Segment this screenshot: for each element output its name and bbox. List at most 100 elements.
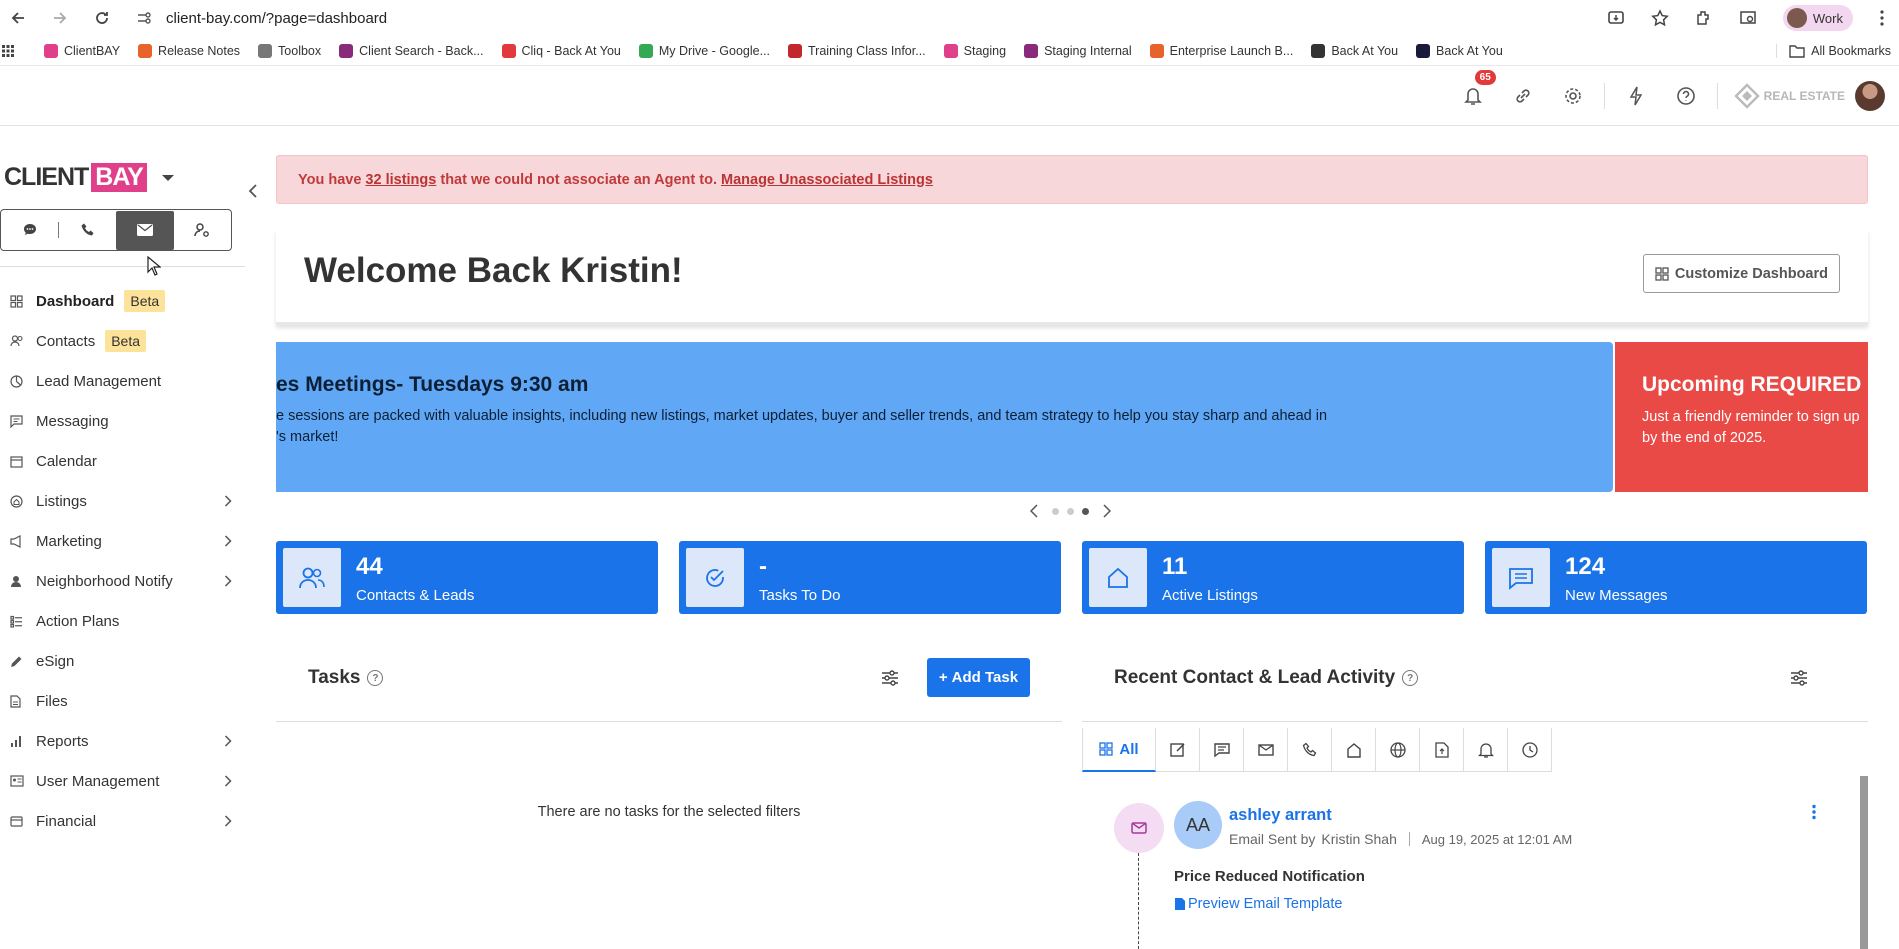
- chevron-right-icon[interactable]: [224, 495, 232, 507]
- link-icon[interactable]: [1498, 87, 1548, 105]
- carousel-dot[interactable]: [1052, 507, 1059, 515]
- bookmark-item[interactable]: My Drive - Google...: [638, 43, 770, 58]
- activity-tab-web[interactable]: [1376, 728, 1420, 772]
- bookmark-item[interactable]: Client Search - Back...: [339, 43, 484, 58]
- back-icon[interactable]: [8, 8, 28, 28]
- browser-toolbar: client-bay.com/?page=dashboard Work: [0, 0, 1899, 36]
- bookmark-item[interactable]: Toolbox: [258, 43, 321, 58]
- preview-email-link[interactable]: Preview Email Template: [1174, 896, 1342, 912]
- carousel-next-icon[interactable]: [1103, 504, 1111, 518]
- sidebar-item-listings[interactable]: Listings: [0, 481, 232, 521]
- activity-scrollbar[interactable]: [1860, 776, 1868, 949]
- bookmark-item[interactable]: Staging Internal: [1024, 43, 1132, 58]
- carousel-slide-meetings[interactable]: es Meetings- Tuesdays 9:30 am e sessions…: [276, 342, 1613, 492]
- help-icon[interactable]: [1661, 86, 1711, 106]
- activity-filter-icon[interactable]: [1790, 670, 1808, 686]
- activity-tab-email[interactable]: [1244, 728, 1288, 772]
- sidebar-item-contacts[interactable]: Contacts Beta: [0, 321, 232, 361]
- sidebar-item-neighborhood-notify[interactable]: Neighborhood Notify: [0, 561, 232, 601]
- extensions-icon[interactable]: [1695, 9, 1713, 27]
- chevron-right-icon[interactable]: [224, 815, 232, 827]
- lightning-icon[interactable]: [1611, 86, 1661, 106]
- activity-tab-notes[interactable]: [1156, 728, 1200, 772]
- chevron-right-icon[interactable]: [224, 735, 232, 747]
- sidebar-item-esign[interactable]: eSign: [0, 641, 232, 681]
- clientbay-logo[interactable]: CLIENT BAY: [4, 163, 175, 192]
- sms-button[interactable]: [1, 211, 58, 250]
- kebab-menu-icon[interactable]: [1811, 804, 1817, 820]
- sidebar-item-label: Financial: [36, 812, 97, 830]
- site-info-icon[interactable]: [136, 10, 152, 26]
- stat-card-messages[interactable]: 124 New Messages: [1485, 541, 1867, 614]
- tasks-filter-icon[interactable]: [881, 670, 899, 686]
- activity-tab-messages[interactable]: [1200, 728, 1244, 772]
- bookmark-item[interactable]: Cliq - Back At You: [501, 43, 621, 58]
- activity-tab-history[interactable]: [1508, 728, 1552, 772]
- collapse-sidebar-icon[interactable]: [248, 183, 258, 199]
- activity-tab-all[interactable]: All: [1082, 728, 1156, 772]
- activity-tab-files[interactable]: [1420, 728, 1464, 772]
- url-field[interactable]: client-bay.com/?page=dashboard: [166, 10, 387, 27]
- all-bookmarks[interactable]: All Bookmarks: [1776, 43, 1891, 58]
- customize-dashboard-button[interactable]: Customize Dashboard: [1642, 254, 1840, 293]
- carousel-dot[interactable]: [1067, 507, 1074, 515]
- menu-kebab-icon[interactable]: [1879, 9, 1885, 27]
- help-circle-icon[interactable]: ?: [367, 670, 384, 686]
- add-contact-button[interactable]: [174, 211, 231, 250]
- activity-tab-alerts[interactable]: [1464, 728, 1508, 772]
- activity-tab-listings[interactable]: [1332, 728, 1376, 772]
- sidebar-item-user-management[interactable]: User Management: [0, 761, 232, 801]
- email-activity-icon: [1114, 803, 1164, 853]
- install-icon[interactable]: [1607, 9, 1625, 27]
- call-button[interactable]: [59, 211, 116, 250]
- bookmark-item[interactable]: ClientBAY: [44, 43, 120, 58]
- activity-meta: Email Sent by Kristin Shah Aug 19, 2025 …: [1229, 831, 1572, 847]
- help-circle-icon[interactable]: ?: [1402, 670, 1419, 686]
- activity-tab-calls[interactable]: [1288, 728, 1332, 772]
- carousel-prev-icon[interactable]: [1030, 504, 1038, 518]
- bookmark-item[interactable]: Back At You: [1416, 43, 1503, 58]
- forward-icon[interactable]: [50, 8, 70, 28]
- listings-count-link[interactable]: 32 listings: [365, 172, 436, 188]
- bookmark-item[interactable]: Training Class Infor...: [788, 43, 926, 58]
- bookmark-item[interactable]: Enterprise Launch B...: [1149, 43, 1293, 58]
- stat-card-tasks[interactable]: - Tasks To Do: [679, 541, 1061, 614]
- star-icon[interactable]: [1651, 9, 1669, 27]
- chevron-right-icon[interactable]: [224, 775, 232, 787]
- sidebar-item-label: Lead Management: [36, 372, 162, 390]
- chevron-down-icon[interactable]: [161, 174, 175, 182]
- sidebar-item-calendar[interactable]: Calendar: [0, 441, 232, 481]
- user-avatar[interactable]: [1855, 81, 1885, 111]
- apps-grid-icon[interactable]: [2, 44, 14, 57]
- sidebar-item-lead-management[interactable]: Lead Management: [0, 361, 232, 401]
- sidebar-item-financial[interactable]: Financial: [0, 801, 232, 841]
- sidebar-item-marketing[interactable]: Marketing: [0, 521, 232, 561]
- bookmark-item[interactable]: Staging: [943, 43, 1006, 58]
- sidebar-item-messaging[interactable]: Messaging: [0, 401, 232, 441]
- stat-card-contacts[interactable]: 44 Contacts & Leads: [276, 541, 658, 614]
- carousel-dot-active[interactable]: [1082, 507, 1089, 515]
- chevron-right-icon[interactable]: [224, 535, 232, 547]
- gear-icon[interactable]: [1548, 86, 1598, 106]
- sidebar-item-dashboard[interactable]: Dashboard Beta: [0, 281, 232, 321]
- sidebar-item-action-plans[interactable]: Action Plans: [0, 601, 232, 641]
- email-subject: Price Reduced Notification: [1174, 868, 1365, 885]
- stat-card-listings[interactable]: 11 Active Listings: [1082, 541, 1464, 614]
- contact-name-link[interactable]: ashley arrant: [1229, 806, 1332, 825]
- bell-icon[interactable]: 65: [1448, 70, 1498, 106]
- sidebar-item-reports[interactable]: Reports: [0, 721, 232, 761]
- email-button[interactable]: [116, 210, 174, 250]
- add-task-button[interactable]: + Add Task: [927, 658, 1030, 697]
- sidebar-item-files[interactable]: Files: [0, 681, 232, 721]
- bookmark-item[interactable]: Release Notes: [138, 43, 240, 58]
- profile-chip[interactable]: Work: [1782, 5, 1853, 31]
- bookmark-item[interactable]: Back At You: [1311, 43, 1398, 58]
- carousel-slide-required[interactable]: Upcoming REQUIRED C Just a friendly remi…: [1615, 342, 1868, 492]
- logo-bay-text: BAY: [91, 163, 147, 192]
- chevron-right-icon[interactable]: [224, 575, 232, 587]
- reload-icon[interactable]: [92, 8, 112, 28]
- manage-unassociated-link[interactable]: Manage Unassociated Listings: [721, 172, 933, 188]
- sidebar-item-label: Listings: [36, 492, 87, 510]
- tab-search-icon[interactable]: [1739, 9, 1757, 27]
- contact-avatar[interactable]: AA: [1174, 801, 1222, 849]
